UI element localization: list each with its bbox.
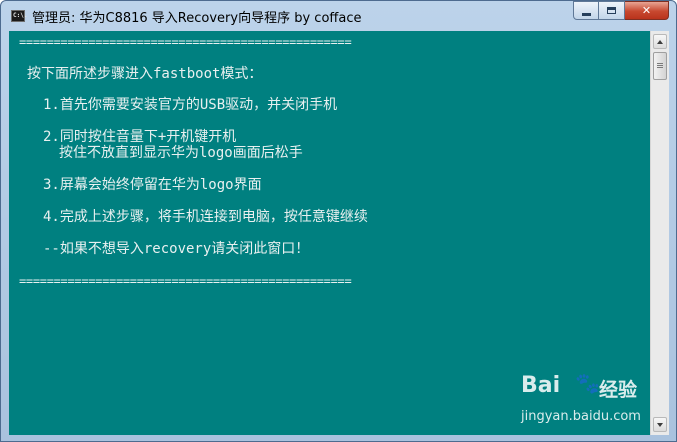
- watermark-url: jingyan.baidu.com: [521, 409, 641, 424]
- close-icon: ✕: [641, 4, 652, 17]
- window-title: 管理员: 华为C8816 导入Recovery向导程序 by cofface: [32, 11, 362, 26]
- title-bar[interactable]: C:\. 管理员: 华为C8816 导入Recovery向导程序 by coff…: [1, 1, 676, 31]
- separator-top: ========================================…: [19, 35, 352, 49]
- separator-bottom: ========================================…: [19, 274, 352, 288]
- minimize-button[interactable]: [573, 1, 599, 20]
- scroll-up-button[interactable]: [653, 34, 667, 49]
- step-2-line-2: 按住不放直到显示华为logo画面后松手: [59, 145, 303, 161]
- minimize-icon: [581, 12, 591, 16]
- step-2-line-1: 2.同时按住音量下+开机键开机: [43, 129, 237, 145]
- maximize-button[interactable]: [599, 1, 625, 20]
- scroll-up-icon: [657, 39, 663, 44]
- watermark-logo-cn: 经验: [599, 379, 638, 401]
- scroll-down-icon: [657, 422, 663, 427]
- vertical-scrollbar[interactable]: [650, 31, 669, 435]
- console-window: C:\. 管理员: 华为C8816 导入Recovery向导程序 by coff…: [0, 0, 677, 442]
- watermark-logo: Bai: [521, 373, 561, 398]
- close-button[interactable]: ✕: [625, 1, 669, 20]
- baidu-jingyan-watermark: Bai 🐾 经验 jingyan.baidu.com: [521, 371, 641, 433]
- scroll-thumb[interactable]: [653, 52, 667, 80]
- scroll-down-button[interactable]: [653, 417, 667, 432]
- step-3: 3.屏幕会始终停留在华为logo界面: [43, 177, 262, 193]
- step-4: 4.完成上述步骤，将手机连接到电脑，按任意键继续: [43, 209, 368, 225]
- window-controls: ✕: [573, 1, 669, 21]
- maximize-icon: [607, 7, 616, 14]
- console-icon[interactable]: C:\.: [11, 10, 27, 22]
- exit-note: --如果不想导入recovery请关闭此窗口！: [43, 241, 310, 257]
- paw-icon: 🐾: [575, 371, 600, 395]
- step-1: 1.首先你需要安装官方的USB驱动，并关闭手机: [43, 97, 338, 113]
- intro-line: 按下面所述步骤进入fastboot模式：: [27, 66, 263, 82]
